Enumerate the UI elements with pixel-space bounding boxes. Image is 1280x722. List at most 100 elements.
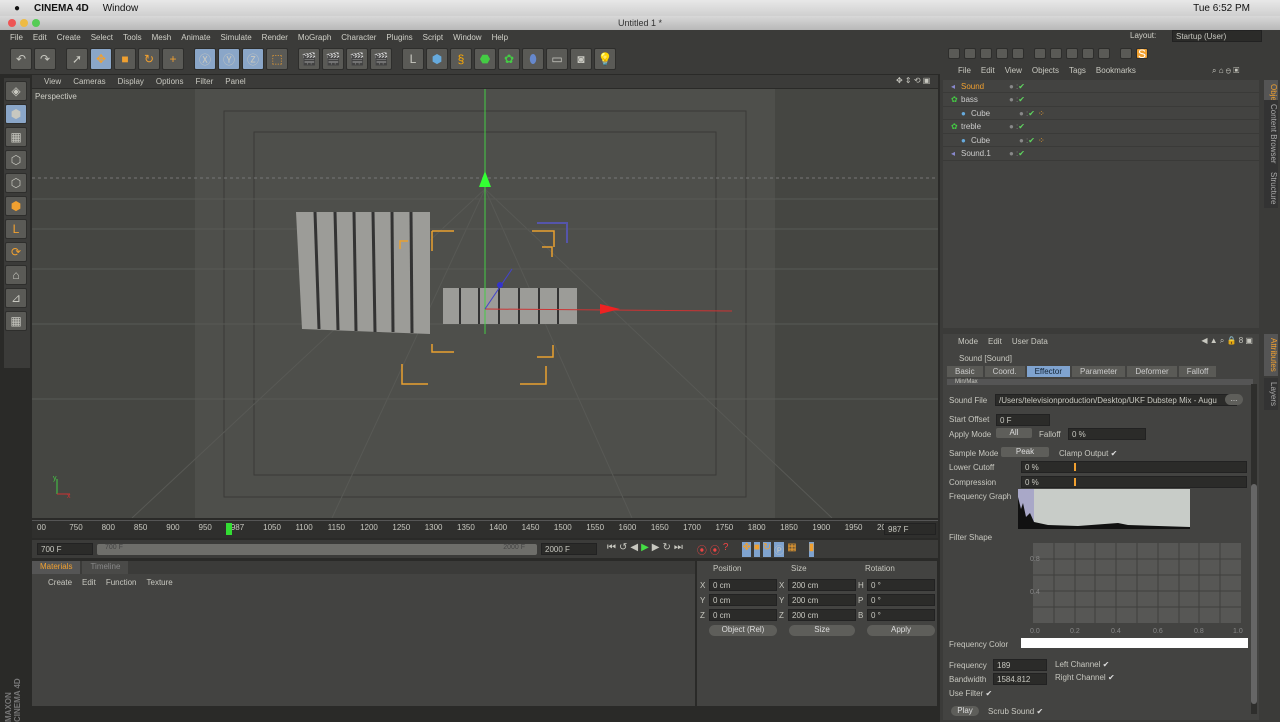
materials-menu-edit[interactable]: Edit xyxy=(82,578,96,587)
menu-tools[interactable]: Tools xyxy=(123,33,142,42)
viewport-menu-filter[interactable]: Filter xyxy=(195,77,213,86)
clamp-output-checkbox[interactable]: Clamp Output ✔ xyxy=(1059,449,1117,458)
coordinate-system-icon[interactable]: ⬚ xyxy=(266,48,288,70)
menu-select[interactable]: Select xyxy=(91,33,113,42)
attr-menu-user-data[interactable]: User Data xyxy=(1012,337,1048,348)
select-icon[interactable]: ➚ xyxy=(66,48,88,70)
viewport-menu-options[interactable]: Options xyxy=(156,77,184,86)
undo-icon[interactable]: ↶ xyxy=(10,48,32,70)
scrub-sound-checkbox[interactable]: Scrub Sound ✔ xyxy=(988,707,1043,716)
step-forward-icon[interactable]: ▶ xyxy=(652,542,660,557)
snap-icon[interactable]: ⌂ xyxy=(5,265,27,285)
apply-mode-select[interactable]: All xyxy=(996,428,1032,438)
viewport[interactable]: xy Perspective xyxy=(32,89,938,518)
axis-mode-icon[interactable]: L xyxy=(5,219,27,239)
om-icon-7[interactable] xyxy=(1050,48,1062,59)
attr-menu-edit[interactable]: Edit xyxy=(988,337,1002,348)
move-icon[interactable]: ✥ xyxy=(90,48,112,70)
om-icon-10[interactable] xyxy=(1098,48,1110,59)
frequency-color-gradient[interactable] xyxy=(1021,638,1248,648)
key-scale-icon[interactable]: ■ xyxy=(753,541,760,557)
visibility-dots[interactable]: ● : xyxy=(1019,109,1028,118)
section-header[interactable]: Min/Max xyxy=(947,379,1253,385)
position-field[interactable]: 0 cm xyxy=(709,594,777,606)
tab-materials[interactable]: Materials xyxy=(32,561,81,574)
enabled-check-icon[interactable]: ✔ xyxy=(1018,149,1025,158)
model-mode-icon[interactable]: ◈ xyxy=(5,81,27,101)
enabled-check-icon[interactable]: ✔ xyxy=(1018,122,1025,131)
position-field[interactable]: 0 cm xyxy=(709,579,777,591)
visibility-dots[interactable]: ● : xyxy=(1009,95,1018,104)
minimize-button[interactable] xyxy=(20,19,28,27)
loop-icon[interactable]: ↻ xyxy=(663,542,671,557)
apple-icon[interactable]: ● xyxy=(14,3,20,14)
go-to-start-icon[interactable]: ⏮ xyxy=(607,542,616,557)
om-icon-11[interactable] xyxy=(1120,48,1132,59)
use-filter-checkbox[interactable]: Use Filter ✔ xyxy=(949,689,992,698)
viewport-menu-display[interactable]: Display xyxy=(118,77,144,86)
scale-icon[interactable]: ■ xyxy=(114,48,136,70)
enabled-check-icon[interactable]: ✔ xyxy=(1018,82,1025,91)
texture-mode-icon[interactable]: ▦ xyxy=(5,127,27,147)
redo-icon[interactable]: ↷ xyxy=(34,48,56,70)
size-field[interactable]: 200 cm xyxy=(788,594,856,606)
play-icon[interactable]: ▶ xyxy=(641,542,649,557)
rotation-field[interactable]: 0 ° xyxy=(867,594,935,606)
visibility-dots[interactable]: ● : xyxy=(1009,149,1018,158)
floor-icon[interactable]: ▭ xyxy=(546,48,568,70)
materials-menu-create[interactable]: Create xyxy=(48,578,72,587)
play-button[interactable]: Play xyxy=(951,706,979,716)
menu-mesh[interactable]: Mesh xyxy=(152,33,172,42)
go-to-end-icon[interactable]: ⏭ xyxy=(674,542,683,557)
side-tab-content-browser[interactable]: Content Browser xyxy=(1264,100,1278,168)
start-frame-field[interactable]: 700 F xyxy=(37,543,93,555)
add-icon[interactable]: + xyxy=(162,48,184,70)
key-pla-icon[interactable]: ▦ xyxy=(787,542,796,557)
tweak-icon[interactable]: ⟳ xyxy=(5,242,27,262)
om-icon-9[interactable] xyxy=(1082,48,1094,59)
size-field[interactable]: 200 cm xyxy=(788,609,856,621)
close-button[interactable] xyxy=(8,19,16,27)
viewport-nav-icons[interactable]: ✥ ⇕ ⟲ ▣ xyxy=(896,76,930,85)
visibility-dots[interactable]: ● : xyxy=(1019,136,1028,145)
autokey-icon[interactable]: ⦿ xyxy=(710,542,720,557)
current-frame-field[interactable]: 987 F xyxy=(884,523,936,535)
object-row[interactable]: ✿ bass ● : ✔ xyxy=(943,94,1259,107)
menu-create[interactable]: Create xyxy=(57,33,81,42)
visibility-dots[interactable]: ● : xyxy=(1009,122,1018,131)
apply-button[interactable]: Apply xyxy=(867,625,935,636)
sample-mode-select[interactable]: Peak xyxy=(1001,447,1049,457)
end-frame-field[interactable]: 2000 F xyxy=(541,543,597,555)
enabled-check-icon[interactable]: ✔ xyxy=(1028,136,1035,145)
menu-render[interactable]: Render xyxy=(262,33,288,42)
tab-basic[interactable]: Basic xyxy=(947,366,983,377)
rotation-field[interactable]: 0 ° xyxy=(867,609,935,621)
position-field[interactable]: 0 cm xyxy=(709,609,777,621)
object-row[interactable]: ✿ treble ● : ✔ xyxy=(943,121,1259,134)
size-field[interactable]: 200 cm xyxy=(788,579,856,591)
side-tab-structure[interactable]: Structure xyxy=(1264,168,1278,209)
sound-icon[interactable]: S xyxy=(1136,47,1148,61)
render-view-icon[interactable]: 🎬 xyxy=(298,48,320,70)
layout-select[interactable]: Startup (User) xyxy=(1172,30,1262,42)
keyframe-selection-icon[interactable]: ? xyxy=(723,542,729,557)
om-icon-1[interactable] xyxy=(948,48,960,59)
object-row[interactable]: ● Cube ● : ✔ ⁘ xyxy=(943,107,1259,120)
rotation-field[interactable]: 0 ° xyxy=(867,579,935,591)
cube-icon[interactable]: ⬢ xyxy=(426,48,448,70)
compression-slider[interactable]: 0 % xyxy=(1021,476,1247,488)
size-mode-select[interactable]: Size xyxy=(789,625,855,636)
sound-file-input[interactable]: /Users/televisionproduction/Desktop/UKF … xyxy=(995,394,1237,406)
menu-character[interactable]: Character xyxy=(341,33,376,42)
frame-range-slider[interactable]: 700 F 2000 F xyxy=(97,543,537,555)
timeline-layout-icon[interactable]: ▮ xyxy=(808,541,815,557)
tab-timeline[interactable]: Timeline xyxy=(82,561,129,574)
menu-plugins[interactable]: Plugins xyxy=(386,33,412,42)
key-rotation-icon[interactable]: ↻ xyxy=(762,541,772,557)
om-icon-4[interactable] xyxy=(996,48,1008,59)
y-axis-icon[interactable]: Ⓨ xyxy=(218,48,240,70)
grid-icon[interactable]: ▦ xyxy=(5,311,27,331)
render-queue-icon[interactable]: 🎬 xyxy=(370,48,392,70)
key-position-icon[interactable]: ✥ xyxy=(742,541,751,557)
lower-cutoff-slider[interactable]: 0 % xyxy=(1021,461,1247,473)
